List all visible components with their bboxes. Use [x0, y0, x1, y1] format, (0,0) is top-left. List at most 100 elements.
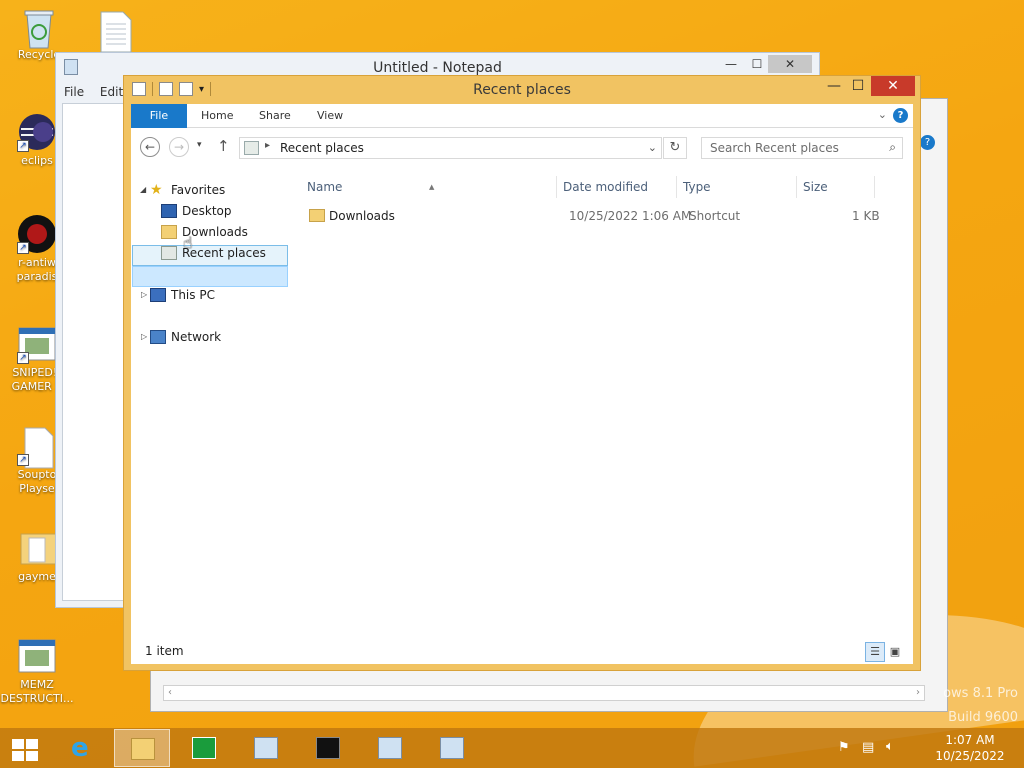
notepad-icon: [440, 737, 464, 759]
search-box[interactable]: Search Recent places ⌕: [701, 137, 903, 159]
nav-favorites-label: Favorites: [171, 183, 226, 197]
store-icon: [192, 737, 216, 759]
nav-this-pc[interactable]: This PC: [150, 285, 215, 305]
row-date: 10/25/2022 1:06 AM: [569, 209, 692, 223]
notepad-menu-file[interactable]: File: [64, 85, 84, 99]
clock-date: 10/25/2022: [935, 749, 1005, 763]
notepad-icon: [254, 737, 278, 759]
desktop-file-icon[interactable]: [80, 10, 150, 53]
sort-ascending-icon: ▲: [429, 183, 435, 191]
column-header-name[interactable]: Name ▲: [301, 176, 557, 198]
shortcut-arrow-icon: ↗: [17, 454, 29, 466]
address-bar[interactable]: ▸ Recent places ⌄: [239, 137, 662, 159]
search-icon[interactable]: ⌕: [889, 140, 896, 155]
column-header-type[interactable]: Type: [677, 176, 797, 198]
details-view-button[interactable]: ☰: [865, 642, 885, 662]
taskbar-file-explorer[interactable]: [114, 729, 170, 767]
background-horizontal-scrollbar[interactable]: ‹ ›: [163, 685, 925, 701]
taskbar-clock[interactable]: 1:07 AM 10/25/2022: [930, 732, 1010, 764]
shortcut-arrow-icon: ↗: [17, 352, 29, 364]
nav-recent-places[interactable]: Recent places: [161, 243, 266, 263]
internet-explorer-icon: e: [71, 733, 89, 763]
taskbar-notepad-2[interactable]: [362, 729, 418, 767]
tab-home[interactable]: Home: [187, 104, 247, 128]
tab-view[interactable]: View: [303, 104, 357, 128]
shortcut-arrow-icon: ↗: [17, 140, 29, 152]
explorer-body: File Home Share View ⌄ ? ← → ▾ ↑ ▸ Recen…: [131, 104, 913, 664]
row-name: Downloads: [329, 209, 395, 223]
nav-desktop-label: Desktop: [182, 204, 232, 218]
recent-locations-dropdown-icon[interactable]: ▾: [197, 140, 202, 150]
action-center-flag-icon[interactable]: ⚑: [838, 740, 850, 755]
application-icon: ↗: [17, 324, 57, 364]
minimize-button[interactable]: —: [821, 76, 847, 96]
nav-favorites[interactable]: ★ Favorites: [150, 180, 225, 200]
forward-button[interactable]: →: [169, 137, 189, 157]
desktop-icon: [161, 203, 177, 218]
taskbar-command-prompt[interactable]: [300, 729, 356, 767]
desktop-icon-label: MEMZ DESTRUCTI...: [0, 678, 74, 705]
row-name-cell[interactable]: Downloads: [309, 206, 395, 226]
start-button[interactable]: [0, 729, 56, 767]
column-header-size[interactable]: Size: [797, 176, 875, 198]
help-icon[interactable]: ?: [893, 108, 908, 123]
ribbon-tabs: File Home Share View ⌄ ?: [131, 104, 913, 128]
status-bar: 1 item ☰ ▣: [131, 638, 913, 664]
maximize-button[interactable]: ☐: [845, 76, 871, 96]
nav-downloads[interactable]: Downloads: [161, 222, 248, 242]
navigation-bar: ← → ▾ ↑ ▸ Recent places ⌄ ↻ Search Recen…: [131, 128, 913, 166]
command-prompt-icon: [316, 737, 340, 759]
back-button[interactable]: ←: [140, 137, 160, 157]
shortcut-arrow-icon: ↗: [17, 242, 29, 254]
notepad-icon: [378, 737, 402, 759]
refresh-button[interactable]: ↻: [663, 137, 687, 159]
watermark-line2: Build 9600: [948, 710, 1018, 725]
taskbar: e ⚑ ▤ 🔈︎ 1:07 AM 10/25/2022: [0, 728, 1024, 768]
recent-places-icon: [161, 245, 177, 260]
up-button[interactable]: ↑: [217, 137, 230, 155]
address-dropdown-icon[interactable]: ⌄: [648, 141, 657, 154]
volume-icon[interactable]: 🔈︎: [886, 739, 894, 754]
taskbar-notepad-3[interactable]: [424, 729, 480, 767]
close-button[interactable]: ✕: [871, 76, 915, 96]
tab-file[interactable]: File: [131, 104, 187, 128]
desktop-icon-memz[interactable]: MEMZ DESTRUCTI...: [0, 636, 74, 706]
network-tray-icon[interactable]: ▤: [862, 740, 874, 755]
expand-arrow-icon[interactable]: ▷: [141, 332, 147, 341]
taskbar-notepad-1[interactable]: [238, 729, 294, 767]
row-type: Shortcut: [689, 209, 741, 223]
window-title: Recent places: [473, 82, 571, 98]
downloads-shortcut-icon: [309, 209, 325, 222]
expand-arrow-icon[interactable]: ▷: [141, 290, 147, 299]
breadcrumb-chevron-icon[interactable]: ▸: [265, 140, 270, 151]
notepad-icon: [64, 59, 78, 75]
address-text[interactable]: Recent places: [280, 141, 364, 155]
folder-icon: [17, 528, 58, 568]
file-list: Name ▲ Date modified Type Size Downloads…: [301, 166, 905, 638]
taskbar-store[interactable]: [176, 729, 232, 767]
clock-time: 1:07 AM: [945, 733, 995, 747]
hand-cursor-icon: ☝: [183, 233, 193, 252]
large-icons-view-button[interactable]: ▣: [885, 642, 905, 662]
expand-ribbon-icon[interactable]: ⌄: [878, 108, 887, 121]
eclipse-icon: ↗: [17, 112, 57, 152]
watermark-line1: ows 8.1 Pro: [943, 686, 1018, 701]
document-icon: [95, 10, 135, 53]
column-header-date[interactable]: Date modified: [557, 176, 677, 198]
nav-desktop[interactable]: Desktop: [161, 201, 232, 221]
recent-places-icon: [244, 141, 259, 155]
selected-highlight: [132, 266, 288, 287]
windows-logo-icon: [12, 739, 38, 761]
computer-icon: [150, 287, 166, 302]
item-count: 1 item: [145, 644, 184, 658]
tab-share[interactable]: Share: [245, 104, 305, 128]
nav-network[interactable]: Network: [150, 327, 221, 347]
blank-file-icon: ↗: [17, 426, 57, 469]
collapse-arrow-icon[interactable]: ◢: [140, 185, 146, 194]
notepad-close-button[interactable]: ✕: [768, 55, 812, 73]
notepad-menu-edit[interactable]: Edit: [100, 85, 123, 99]
explorer-titlebar[interactable]: ▾ Recent places — ☐ ✕: [124, 76, 920, 104]
explorer-window[interactable]: ▾ Recent places — ☐ ✕ File Home Share Vi…: [123, 75, 921, 671]
taskbar-internet-explorer[interactable]: e: [55, 729, 111, 767]
background-help-icon: ?: [920, 135, 935, 150]
